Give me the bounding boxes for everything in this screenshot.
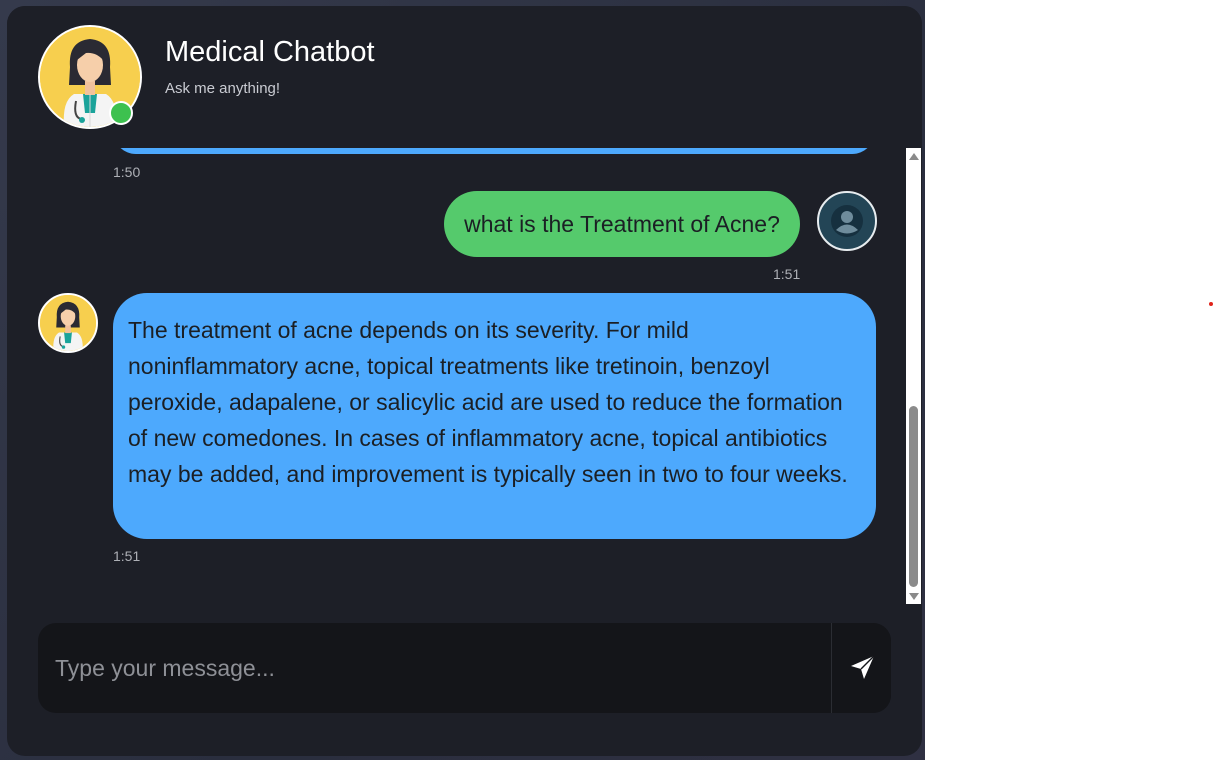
- message-time: 1:50: [113, 164, 141, 180]
- doctor-icon: [40, 295, 96, 351]
- bot-message-bubble: The treatment of acne depends on its sev…: [113, 293, 876, 539]
- send-icon: [851, 655, 875, 679]
- chat-title: Medical Chatbot: [165, 36, 375, 68]
- chat-header: Medical Chatbot Ask me anything!: [7, 6, 922, 148]
- user-icon: [831, 205, 863, 237]
- doctor-avatar: [38, 293, 98, 353]
- scroll-down-arrow-icon[interactable]: [909, 593, 919, 600]
- message-list[interactable]: 1:50 what is the Treatment of Acne? 1:51: [7, 148, 906, 604]
- bot-message-bubble: [113, 148, 875, 154]
- scroll-thumb[interactable]: [909, 406, 918, 587]
- stray-dot: [1209, 302, 1213, 306]
- chat-window: Medical Chatbot Ask me anything! 1:50 wh…: [7, 6, 922, 756]
- user-avatar: [817, 191, 877, 251]
- user-message-bubble: what is the Treatment of Acne?: [444, 191, 800, 257]
- send-button[interactable]: [831, 623, 891, 713]
- scroll-up-arrow-icon[interactable]: [909, 153, 919, 160]
- message-time: 1:51: [773, 266, 801, 282]
- message-input[interactable]: [38, 623, 831, 713]
- message-time: 1:51: [113, 548, 141, 564]
- chat-subtitle: Ask me anything!: [165, 80, 281, 97]
- message-scrollbar[interactable]: [906, 148, 921, 604]
- message-composer: [38, 623, 891, 713]
- online-status-icon: [109, 101, 133, 125]
